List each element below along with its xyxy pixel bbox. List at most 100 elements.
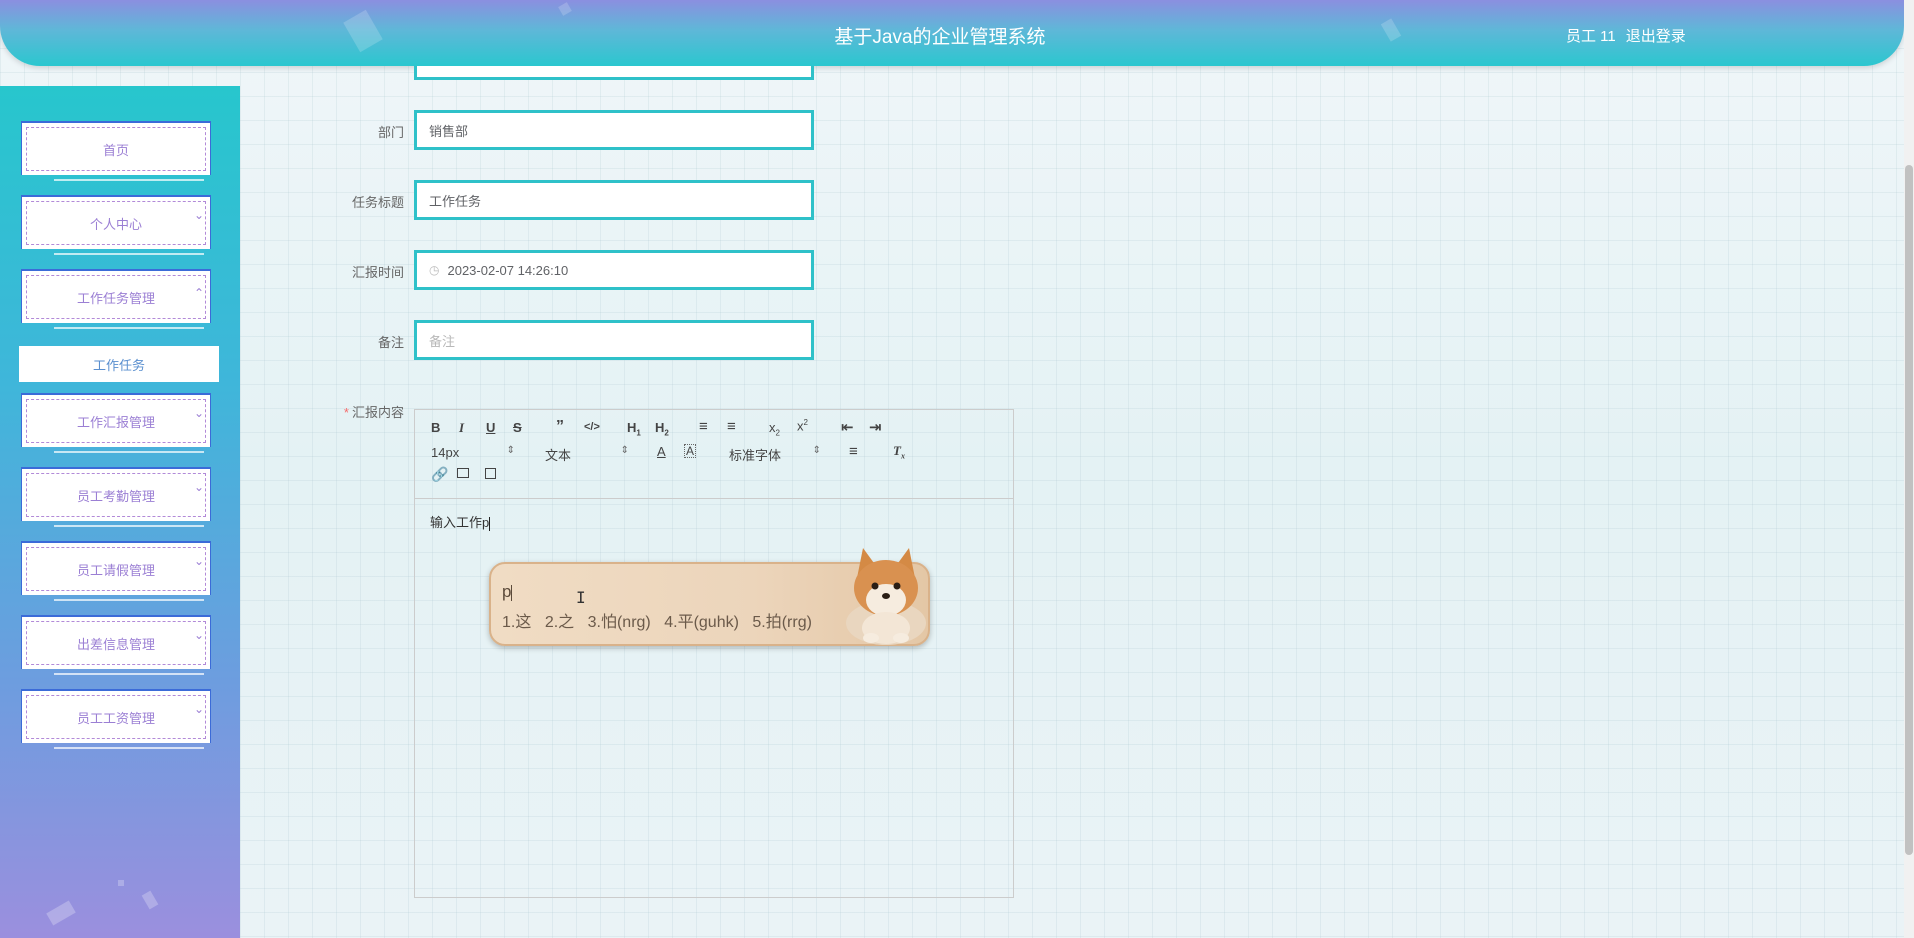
sidebar-item-report-management[interactable]: 工作汇报管理 ⌄	[18, 393, 216, 453]
sidebar-item-label: 个人中心	[22, 197, 210, 249]
ime-candidate[interactable]: 5.拍(rrg)	[752, 614, 812, 631]
italic-button[interactable]: I	[459, 420, 464, 436]
sidebar-item-label: 员工考勤管理	[22, 469, 210, 521]
task-title-field[interactable]: 工作任务	[414, 180, 814, 220]
menu-underline	[54, 253, 204, 255]
department-field[interactable]: 销售部	[414, 110, 814, 150]
text-caret	[489, 516, 491, 531]
menu-underline	[54, 599, 204, 601]
font-color-icon[interactable]: A	[657, 444, 666, 459]
sidebar-item-label: 工作汇报管理	[22, 395, 210, 447]
select-arrows-icon: ⇕	[506, 445, 515, 456]
superscript-button[interactable]: x2	[797, 418, 808, 433]
department-label: 部门	[377, 125, 404, 140]
ime-caret	[511, 584, 513, 601]
sidebar-item-label: 员工工资管理	[22, 691, 210, 743]
report-content-label: * 汇报内容	[314, 402, 404, 421]
remark-label: 备注	[377, 335, 404, 350]
chevron-down-icon: ⌄	[193, 406, 204, 420]
font-size-select[interactable]: 14px ⇕	[431, 445, 515, 460]
outdent-icon[interactable]: ⇤	[841, 418, 854, 436]
subscript-button[interactable]: x2	[769, 420, 780, 438]
strike-button[interactable]: S	[513, 420, 522, 435]
sidebar-item-attendance-management[interactable]: 员工考勤管理 ⌄	[18, 467, 216, 527]
sidebar-decoration	[118, 880, 124, 886]
header-decoration	[558, 2, 572, 16]
chevron-down-icon: ⌄	[193, 628, 204, 642]
menu-underline	[54, 179, 204, 181]
video-icon[interactable]	[485, 468, 496, 479]
chevron-down-icon: ⌄	[193, 702, 204, 716]
image-icon[interactable]	[457, 468, 469, 478]
sidebar-item-task-management[interactable]: 工作任务管理 ⌃	[18, 269, 216, 329]
ordered-list-icon[interactable]: ≡	[699, 418, 708, 435]
task-title-label: 任务标题	[351, 195, 404, 210]
sidebar-item-label: 员工请假管理	[22, 543, 210, 595]
ime-composition: p	[502, 582, 513, 602]
h1-button[interactable]: H1	[627, 420, 641, 438]
report-content-label-text: 汇报内容	[351, 405, 404, 420]
h2-button[interactable]: H2	[655, 420, 669, 438]
remark-field[interactable]: 备注	[414, 320, 814, 360]
underline-button[interactable]: U	[486, 420, 495, 435]
select-arrows-icon: ⇕	[812, 445, 821, 456]
top-header: 基于Java的企业管理系统 员工 11 退出登录	[0, 0, 1904, 66]
link-icon[interactable]: 🔗	[431, 466, 448, 483]
blockquote-button[interactable]: ”	[556, 418, 564, 436]
rich-text-editor: B I U S ” </> H1 H2 ≡ ≡ x2 x2 ⇤ ⇥ 14px ⇕ …	[414, 409, 1014, 898]
code-block-button[interactable]: </>	[584, 421, 600, 433]
sidebar-decoration	[141, 890, 159, 910]
clear-format-icon[interactable]: Tx	[893, 443, 905, 461]
ime-candidate[interactable]: 1.这	[502, 614, 531, 631]
font-family-select[interactable]: 标准字体 ⇕	[729, 445, 821, 464]
sidebar-subitem-work-task[interactable]: 工作任务	[19, 346, 219, 382]
header-select[interactable]: 文本 ⇕	[545, 445, 629, 464]
logout-link[interactable]: 退出登录	[1626, 28, 1686, 45]
sidebar-item-salary-management[interactable]: 员工工资管理 ⌄	[18, 689, 216, 749]
chevron-down-icon: ⌄	[193, 554, 204, 568]
menu-underline	[54, 747, 204, 749]
select-arrows-icon: ⇕	[620, 445, 629, 456]
sidebar-decoration	[46, 900, 76, 926]
ime-candidate[interactable]: 4.平(guhk)	[664, 614, 739, 631]
align-icon[interactable]: ≡	[849, 443, 858, 460]
bullet-list-icon[interactable]: ≡	[727, 418, 736, 435]
menu-underline	[54, 525, 204, 527]
report-time-field[interactable]: ◷ 2023-02-07 14:26:10	[414, 250, 814, 290]
chevron-up-icon: ⌃	[193, 286, 204, 300]
user-area: 员工 11 退出登录	[1566, 25, 1696, 46]
required-mark: *	[343, 405, 349, 420]
username-label: 员工 11	[1566, 28, 1616, 45]
font-size-value: 14px	[431, 445, 460, 460]
indent-icon[interactable]: ⇥	[869, 418, 882, 436]
ime-candidate[interactable]: 2.之	[545, 614, 574, 631]
sidebar-item-label: 出差信息管理	[22, 617, 210, 669]
sidebar-item-home[interactable]: 首页	[18, 121, 216, 181]
ime-candidate-list: 1.这 2.之 3.怕(nrg) 4.平(guhk) 5.拍(rrg)	[502, 608, 821, 632]
chevron-down-icon: ⌄	[193, 480, 204, 494]
bold-button[interactable]: B	[431, 420, 440, 435]
header-select-value: 文本	[545, 448, 572, 463]
sidebar-item-label: 首页	[22, 123, 210, 175]
menu-underline	[54, 327, 204, 329]
ime-candidate-popup: p 1.这 2.之 3.怕(nrg) 4.平(guhk) 5.拍(rrg)	[489, 548, 930, 646]
ime-candidate[interactable]: 3.怕(nrg)	[588, 614, 651, 631]
sidebar-item-label: 工作任务管理	[22, 271, 210, 323]
background-color-icon[interactable]: A	[684, 444, 697, 458]
editor-toolbar: B I U S ” </> H1 H2 ≡ ≡ x2 x2 ⇤ ⇥ 14px ⇕ …	[415, 410, 1013, 499]
mouse-ibeam-cursor: I	[576, 588, 586, 607]
sidebar-item-personal-center[interactable]: 个人中心 ⌄	[18, 195, 216, 255]
ime-composition-text: p	[502, 582, 512, 601]
font-family-value: 标准字体	[729, 448, 782, 463]
editor-content[interactable]: 输入工作p	[430, 512, 491, 531]
chevron-down-icon: ⌄	[193, 208, 204, 222]
shiba-dog-skin-image	[846, 548, 926, 645]
menu-underline	[54, 451, 204, 453]
page-scrollbar-thumb[interactable]	[1905, 165, 1913, 855]
sidebar-item-leave-management[interactable]: 员工请假管理 ⌄	[18, 541, 216, 601]
report-time-label: 汇报时间	[351, 265, 404, 280]
report-time-value: 2023-02-07 14:26:10	[447, 262, 569, 278]
menu-underline	[54, 673, 204, 675]
editor-text: 输入工作p	[430, 515, 490, 530]
sidebar-item-business-trip-management[interactable]: 出差信息管理 ⌄	[18, 615, 216, 675]
